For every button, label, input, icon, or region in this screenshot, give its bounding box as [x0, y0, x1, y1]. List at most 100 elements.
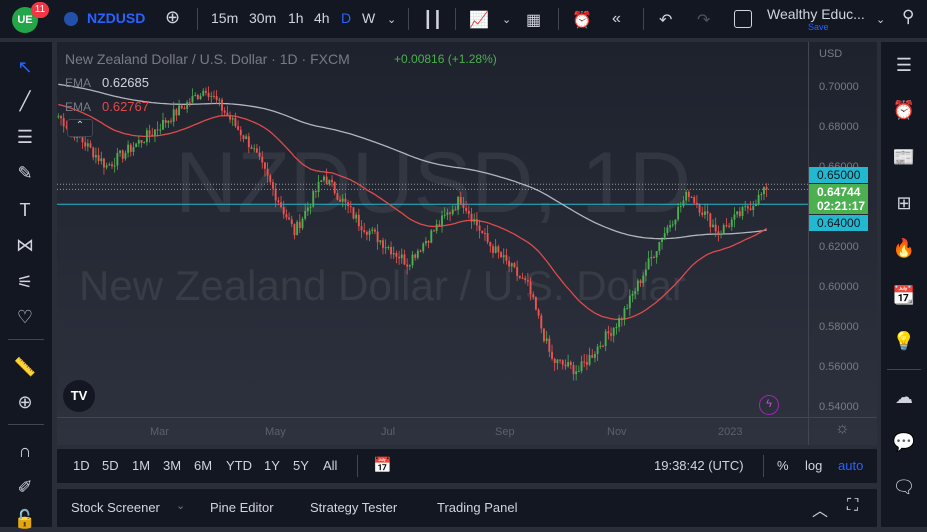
- news-icon[interactable]: 📰: [891, 144, 917, 170]
- candle-body: [438, 224, 441, 226]
- maximize-icon[interactable]: ⛶: [847, 497, 858, 515]
- alarm-clock-icon[interactable]: ⏰: [891, 97, 917, 123]
- layouts-icon[interactable]: ▦: [526, 10, 541, 30]
- candle-body: [188, 102, 191, 104]
- redo-icon[interactable]: ↷: [697, 10, 710, 30]
- candle-body: [129, 144, 132, 152]
- compare-plus-icon[interactable]: ⊕: [165, 7, 180, 28]
- search-icon[interactable]: ⚲: [902, 7, 914, 27]
- auto-toggle[interactable]: auto: [838, 458, 863, 473]
- interval-15m[interactable]: 15m: [211, 10, 238, 26]
- candle-body: [497, 246, 500, 253]
- indicators-icon[interactable]: 📈: [469, 10, 489, 30]
- watchlist-icon[interactable]: ☰: [891, 52, 917, 78]
- lock-drawing-icon[interactable]: ✐: [12, 474, 38, 500]
- time-label: Mar: [150, 426, 169, 438]
- interval-4h[interactable]: 4h: [314, 10, 330, 26]
- candle-body: [738, 211, 741, 216]
- lightning-icon[interactable]: ϟ: [759, 395, 779, 415]
- range-5y[interactable]: 5Y: [293, 458, 309, 473]
- pattern-icon[interactable]: ⋈: [12, 232, 38, 258]
- candle-body: [714, 224, 717, 232]
- tab-trading-panel[interactable]: Trading Panel: [437, 500, 517, 515]
- chevron-down-icon[interactable]: ⌄: [176, 499, 185, 512]
- price-chart[interactable]: [57, 42, 808, 417]
- currency-select[interactable]: USD: [819, 48, 842, 60]
- goto-date-icon[interactable]: 📅: [373, 456, 392, 474]
- layout-name[interactable]: Wealthy Educ...: [767, 6, 865, 22]
- cursor-icon[interactable]: ↖: [12, 54, 38, 80]
- candle-body: [596, 346, 599, 355]
- ideas-lightbulb-icon[interactable]: 💡: [891, 328, 917, 354]
- chevron-down-icon[interactable]: ⌄: [876, 13, 885, 26]
- ruler-icon[interactable]: 📏: [12, 354, 38, 380]
- range-1d[interactable]: 1D: [73, 458, 90, 473]
- candle-body: [390, 246, 392, 255]
- chats-icon[interactable]: 💬: [891, 429, 917, 455]
- candle-body: [159, 129, 162, 131]
- collapse-legend-icon[interactable]: ⌃: [67, 119, 93, 137]
- fib-icon[interactable]: ☰: [12, 124, 38, 150]
- calendar-icon[interactable]: 📆: [891, 282, 917, 308]
- interval-1h[interactable]: 1h: [288, 10, 304, 26]
- save-button[interactable]: Save: [808, 22, 829, 32]
- range-1y[interactable]: 1Y: [264, 458, 280, 473]
- candle-body: [285, 214, 288, 218]
- ema1-label: EMA: [65, 76, 92, 90]
- trendline-icon[interactable]: ╱: [12, 88, 38, 114]
- price-axis[interactable]: USD 0.70000 0.68000 0.66000 0.62000 0.60…: [808, 42, 877, 445]
- chat-cloud-icon[interactable]: ☁: [891, 384, 917, 410]
- tab-pine-editor[interactable]: Pine Editor: [210, 500, 274, 515]
- ema2-value: 0.62767: [102, 99, 149, 114]
- log-toggle[interactable]: log: [805, 458, 822, 473]
- candle-body: [108, 164, 111, 166]
- candle-body: [274, 188, 277, 201]
- symbol-search[interactable]: NZDUSD: [87, 10, 145, 26]
- candle-body: [395, 253, 398, 257]
- divider: [763, 455, 764, 477]
- clock[interactable]: 19:38:42 (UTC): [654, 458, 744, 473]
- alert-icon[interactable]: ⏰: [572, 10, 592, 30]
- interval-w[interactable]: W: [362, 10, 375, 26]
- tab-strategy-tester[interactable]: Strategy Tester: [310, 500, 397, 515]
- zoom-in-icon[interactable]: ⊕: [12, 389, 38, 415]
- layout-square-icon[interactable]: [734, 10, 752, 28]
- replay-icon[interactable]: «: [612, 10, 621, 28]
- candle-body: [709, 213, 712, 228]
- undo-icon[interactable]: ↶: [659, 10, 672, 30]
- magnet-icon[interactable]: ∩: [12, 438, 38, 464]
- tab-stock-screener[interactable]: Stock Screener: [71, 500, 160, 515]
- add-list-icon[interactable]: ⊞: [891, 190, 917, 216]
- prediction-icon[interactable]: ⚟: [12, 269, 38, 295]
- interval-d[interactable]: D: [341, 10, 351, 26]
- candle-body: [151, 134, 154, 136]
- candles-icon[interactable]: ┃┃: [423, 10, 442, 30]
- candle-body: [231, 118, 234, 120]
- candle-body: [763, 187, 765, 195]
- brush-icon[interactable]: ✎: [12, 160, 38, 186]
- text-icon[interactable]: T: [12, 197, 38, 223]
- interval-30m[interactable]: 30m: [249, 10, 276, 26]
- chart-pane[interactable]: NZDUSD, 1D New Zealand Dollar / U.S. Dol…: [57, 42, 877, 445]
- range-5d[interactable]: 5D: [102, 458, 119, 473]
- settings-gear-icon[interactable]: ☼: [835, 420, 850, 438]
- divider: [357, 455, 358, 477]
- lock-icon[interactable]: 🔓: [12, 506, 38, 532]
- chevron-down-icon[interactable]: ⌄: [502, 13, 511, 26]
- tradingview-logo-icon[interactable]: TV: [63, 380, 95, 412]
- heart-icon[interactable]: ♡: [12, 304, 38, 330]
- percent-toggle[interactable]: %: [777, 458, 789, 473]
- divider: [887, 369, 921, 370]
- range-ytd[interactable]: YTD: [226, 458, 252, 473]
- range-all[interactable]: All: [323, 458, 337, 473]
- chevron-up-icon[interactable]: ︿: [812, 497, 828, 521]
- candle-body: [167, 120, 170, 123]
- last-price: 0.64744: [817, 185, 861, 199]
- range-3m[interactable]: 3M: [163, 458, 181, 473]
- notes-chat-icon[interactable]: 🗨: [891, 474, 917, 500]
- chevron-down-icon[interactable]: ⌄: [387, 13, 396, 26]
- range-1m[interactable]: 1M: [132, 458, 150, 473]
- candle-body: [481, 230, 484, 234]
- hotlist-fire-icon[interactable]: 🔥: [891, 235, 917, 261]
- range-6m[interactable]: 6M: [194, 458, 212, 473]
